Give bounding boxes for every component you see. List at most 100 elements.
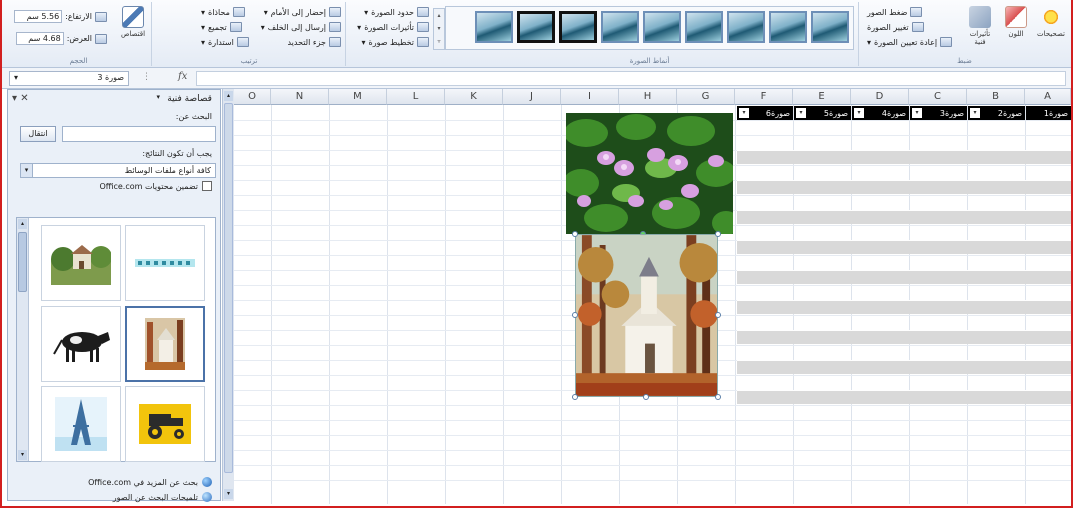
column-header-k[interactable]: K <box>445 89 503 105</box>
scroll-up-icon[interactable]: ▴ <box>224 91 233 101</box>
align-button[interactable]: محاذاة ▾ <box>201 7 245 17</box>
picture-style-7[interactable] <box>559 11 597 43</box>
resize-handle-bottom[interactable] <box>643 394 649 400</box>
close-icon[interactable]: ✕ ▾ <box>12 93 29 104</box>
table-row[interactable] <box>737 210 1071 224</box>
group-button[interactable]: تجميع ▾ <box>201 22 242 32</box>
picture-style-9[interactable] <box>475 11 513 43</box>
styles-gallery-scroll[interactable]: ▴ ▾ ▿ <box>433 8 445 50</box>
width-spinner[interactable]: 4.68 سم <box>15 32 64 45</box>
table-header-cell[interactable]: صورة2 ▾ <box>968 106 1025 120</box>
vertical-scrollbar[interactable]: ▴ ▾ <box>222 89 234 501</box>
picture-style-2[interactable] <box>769 11 807 43</box>
picture-style-8[interactable] <box>517 11 555 43</box>
column-header-m[interactable]: M <box>329 89 387 105</box>
resize-handle-top-right[interactable] <box>715 231 721 237</box>
corrections-button[interactable]: تصحيحات <box>1033 6 1069 38</box>
resize-handle-top-left[interactable] <box>572 231 578 237</box>
clip-house[interactable] <box>41 225 121 301</box>
spreadsheet-grid[interactable]: O N M L K J I H G F E D C B A صورة6 ▾ صو… <box>234 89 1071 504</box>
scroll-down-icon[interactable]: ▾ <box>18 450 27 460</box>
results-scrollbar[interactable]: ▴ ▾ <box>17 218 29 461</box>
table-header-cell[interactable]: صورة1 <box>1026 106 1071 120</box>
rotate-button[interactable]: استدارة ▾ <box>201 37 249 47</box>
picture-layout-button[interactable]: تخطيط صورة ▾ <box>362 37 429 47</box>
filter-dropdown-icon[interactable]: ▾ <box>739 108 749 118</box>
filter-dropdown-icon[interactable]: ▾ <box>796 108 806 118</box>
table-row[interactable] <box>737 330 1071 344</box>
more-office-link[interactable]: بحث عن المزيد في Office.com <box>88 477 212 487</box>
search-tips-link[interactable]: تلميحات البحث عن الصور <box>113 492 212 502</box>
clip-tractor[interactable] <box>125 386 205 462</box>
column-header-l[interactable]: L <box>387 89 445 105</box>
clip-cow[interactable] <box>41 306 121 382</box>
picture-style-5[interactable] <box>643 11 681 43</box>
table-row[interactable] <box>737 180 1071 194</box>
clip-church[interactable] <box>125 306 205 382</box>
media-type-select[interactable]: كافة أنواع ملفات الوسائط ▾ <box>20 163 216 178</box>
pane-menu-chevron-icon[interactable]: ▾ <box>156 93 160 101</box>
go-button[interactable]: انتقال <box>20 126 56 142</box>
column-header-h[interactable]: H <box>619 89 677 105</box>
table-row[interactable] <box>737 240 1071 254</box>
table-header-cell[interactable]: صورة6 ▾ <box>737 106 793 120</box>
column-header-a[interactable]: A <box>1025 89 1071 105</box>
filter-dropdown-icon[interactable]: ▾ <box>970 108 980 118</box>
color-label: اللون <box>1008 30 1024 38</box>
include-office-checkbox[interactable]: تضمين محتويات Office.com <box>99 181 212 191</box>
table-row[interactable] <box>737 150 1071 164</box>
picture-border-button[interactable]: حدود الصورة ▾ <box>364 7 429 17</box>
clip-dots-line[interactable] <box>125 225 205 301</box>
crop-button[interactable]: اقتصاص <box>116 6 150 38</box>
scroll-up-icon[interactable]: ▴ <box>18 219 27 229</box>
picture-style-1[interactable] <box>811 11 849 43</box>
table-header-cell[interactable]: صورة5 ▾ <box>794 106 851 120</box>
table-row[interactable] <box>737 390 1071 404</box>
clip-eiffel[interactable] <box>41 386 121 462</box>
column-header-i[interactable]: I <box>561 89 619 105</box>
change-picture-button[interactable]: تغيير الصورة <box>867 22 924 32</box>
artistic-effects-button[interactable]: تأثيرات فنية <box>963 6 997 46</box>
column-header-o[interactable]: O <box>234 89 271 105</box>
bring-forward-button[interactable]: إحضار إلى الأمام ▾ <box>264 7 341 17</box>
send-backward-button[interactable]: إرسال إلى الخلف ▾ <box>261 22 341 32</box>
resize-handle-left[interactable] <box>572 312 578 318</box>
lotus-picture[interactable] <box>566 113 733 234</box>
column-header-c[interactable]: C <box>909 89 967 105</box>
picture-effects-button[interactable]: تأثيرات الصورة ▾ <box>357 22 429 32</box>
filter-dropdown-icon[interactable]: ▾ <box>854 108 864 118</box>
column-header-b[interactable]: B <box>967 89 1025 105</box>
table-header-cell[interactable]: صورة3 ▾ <box>910 106 967 120</box>
table-header-cell[interactable]: صورة4 ▾ <box>852 106 909 120</box>
color-button[interactable]: اللون <box>999 6 1033 38</box>
picture-style-4[interactable] <box>685 11 723 43</box>
reset-picture-button[interactable]: إعادة تعيين الصورة ▾ <box>867 37 953 47</box>
resize-handle-bottom-left[interactable] <box>572 394 578 400</box>
picture-style-3[interactable] <box>727 11 765 43</box>
compress-button[interactable]: ضغط الصور <box>867 7 923 17</box>
resize-handle-right[interactable] <box>715 312 721 318</box>
column-header-j[interactable]: J <box>503 89 561 105</box>
column-header-e[interactable]: E <box>793 89 851 105</box>
column-header-n[interactable]: N <box>271 89 329 105</box>
table-row[interactable] <box>737 360 1071 374</box>
column-header-g[interactable]: G <box>677 89 735 105</box>
column-header-f[interactable]: F <box>735 89 793 105</box>
checkbox-box[interactable] <box>202 181 212 191</box>
selection-pane-button[interactable]: جزء التحديد <box>287 37 341 47</box>
formula-input[interactable] <box>196 71 1066 86</box>
church-picture[interactable] <box>575 234 718 397</box>
scroll-down-icon[interactable]: ▾ <box>224 489 233 499</box>
table-row[interactable] <box>737 270 1071 284</box>
insert-function-button[interactable]: fx <box>178 71 187 82</box>
name-box[interactable]: صورة 3 ▾ <box>9 71 129 86</box>
column-header-d[interactable]: D <box>851 89 909 105</box>
search-input[interactable] <box>62 126 216 142</box>
resize-handle-bottom-right[interactable] <box>715 394 721 400</box>
picture-style-6[interactable] <box>601 11 639 43</box>
height-spinner[interactable]: 5.56 سم <box>14 10 63 23</box>
scroll-thumb[interactable] <box>18 232 27 292</box>
filter-dropdown-icon[interactable]: ▾ <box>912 108 922 118</box>
table-row[interactable] <box>737 300 1071 314</box>
scroll-thumb[interactable] <box>224 103 233 473</box>
